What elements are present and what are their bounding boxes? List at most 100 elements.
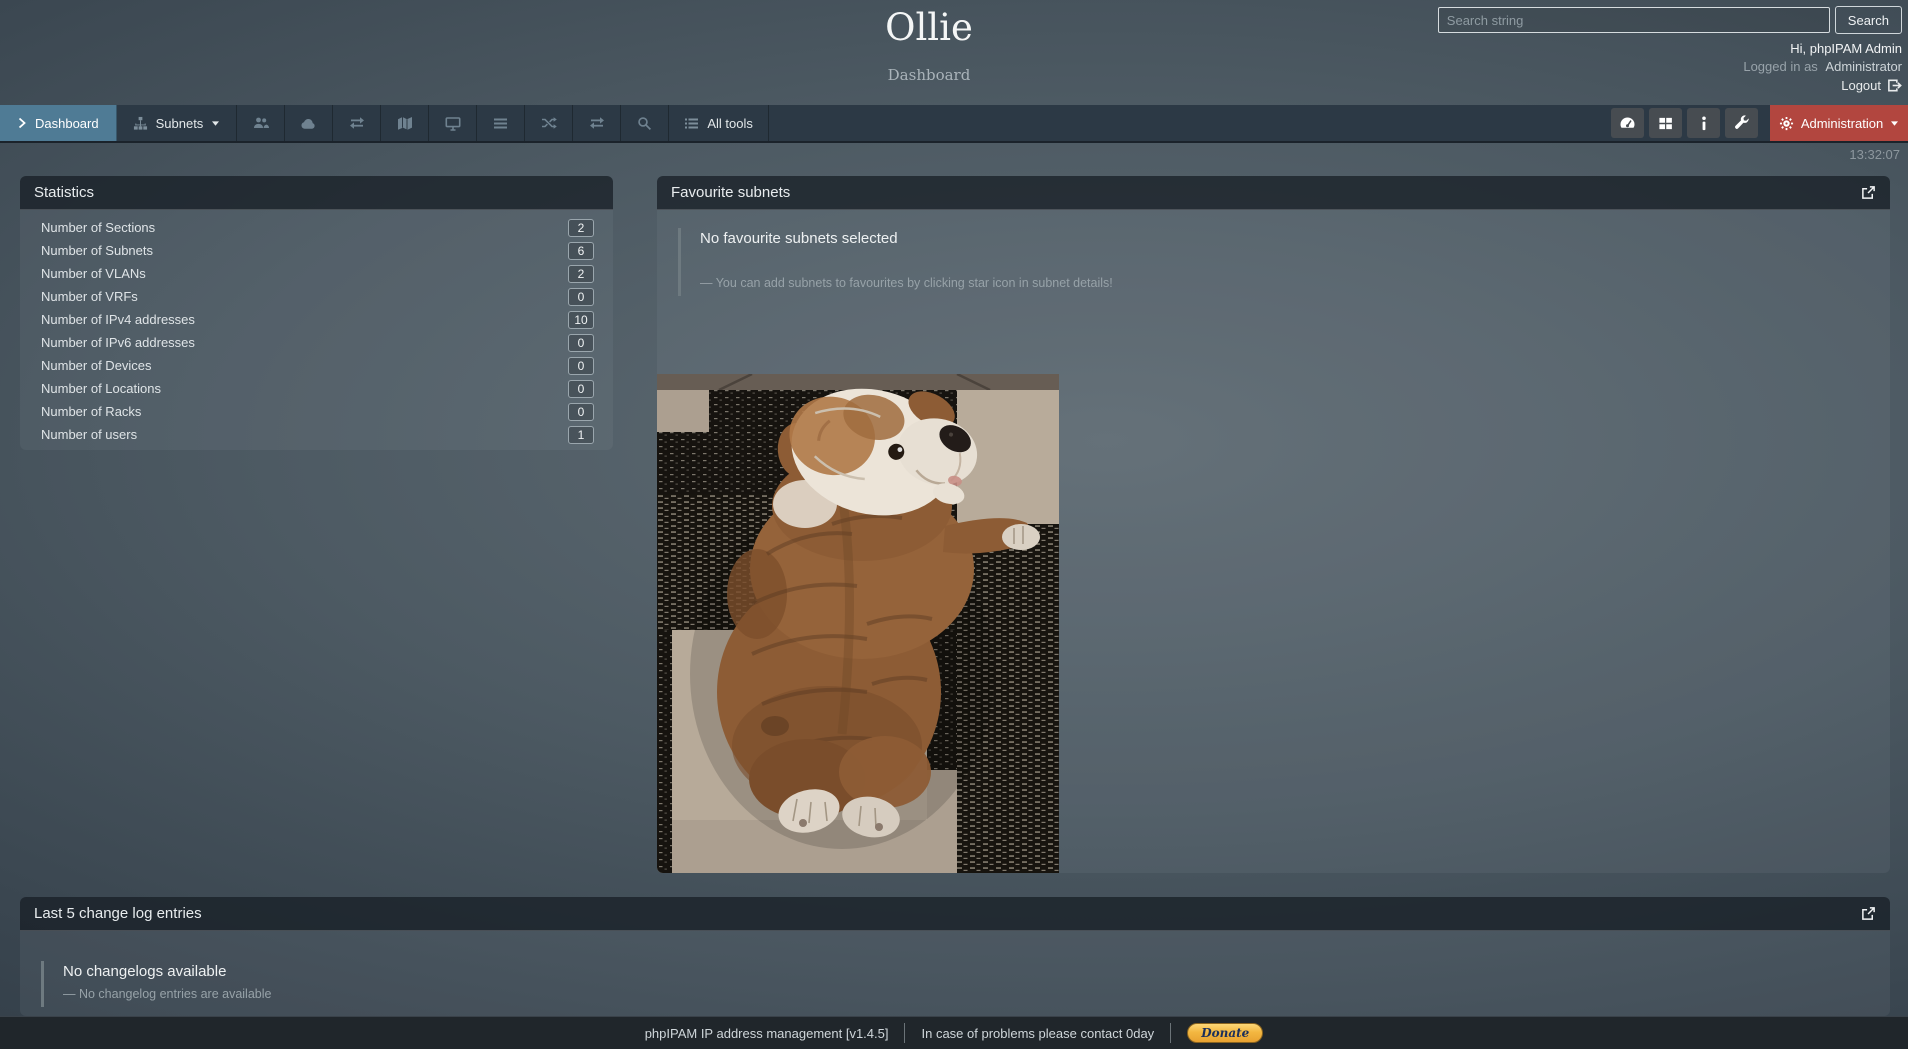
stat-label: Number of Sections: [41, 220, 568, 235]
group-icon: [253, 115, 269, 131]
nav-button-map[interactable]: [381, 105, 429, 141]
stat-label: Number of Subnets: [41, 243, 568, 258]
table-row: Number of Locations0: [20, 377, 613, 400]
map-icon: [397, 116, 413, 131]
clock: 13:32:07: [1849, 147, 1900, 162]
tab-administration-label: Administration: [1801, 116, 1883, 131]
info-button[interactable]: [1687, 108, 1720, 138]
sign-out-icon[interactable]: [1887, 78, 1902, 93]
main-navbar: Dashboard Subnets: [0, 105, 1908, 143]
table-row: Number of Racks0: [20, 400, 613, 423]
nav-spacer: [769, 105, 1611, 141]
logged-in-label: Logged in as: [1743, 59, 1817, 74]
tab-administration[interactable]: Administration: [1770, 105, 1908, 141]
header-user-area: Search Hi, phpIPAM Admin Logged in as Ad…: [1438, 6, 1902, 93]
chevron-right-icon: [17, 117, 27, 129]
changelog-hint: — No changelog entries are available: [63, 987, 1890, 1001]
stat-label: Number of IPv4 addresses: [41, 312, 568, 327]
footer-version[interactable]: phpIPAM IP address management [v1.4.5]: [645, 1026, 889, 1041]
favourites-empty-note: No favourite subnets selected — You can …: [678, 228, 1890, 296]
statistics-rows: Number of Sections2 Number of Subnets6 N…: [20, 210, 613, 446]
footer-separator: [1170, 1023, 1171, 1043]
grid-view-button[interactable]: [1649, 108, 1682, 138]
exchange-icon: [349, 116, 365, 130]
stat-label: Number of users: [41, 427, 568, 442]
favourites-message: No favourite subnets selected: [700, 230, 1890, 247]
favourite-subnets-panel: Favourite subnets No favourite subnets s…: [657, 176, 1890, 873]
statistics-title: Statistics: [34, 184, 94, 201]
tab-subnets[interactable]: Subnets: [117, 105, 238, 141]
shuffle-icon: [541, 116, 557, 130]
search-button[interactable]: Search: [1835, 6, 1902, 34]
gear-icon: [1779, 116, 1794, 131]
changelog-empty-note: No changelogs available — No changelog e…: [41, 961, 1890, 1007]
status-badge: 6: [568, 242, 594, 260]
stat-label: Number of Locations: [41, 381, 568, 396]
status-badge: 0: [568, 357, 594, 375]
external-link-icon[interactable]: [1861, 906, 1876, 921]
tab-all-tools[interactable]: All tools: [669, 105, 769, 141]
dog-photo: [657, 374, 1059, 873]
wrench-icon: [1734, 115, 1750, 131]
donate-button[interactable]: Donate: [1187, 1023, 1263, 1043]
footer-separator: [904, 1023, 905, 1043]
nav-button-cloud[interactable]: [285, 105, 333, 141]
stat-label: Number of VRFs: [41, 289, 568, 304]
footer-contact[interactable]: In case of problems please contact 0day: [921, 1026, 1154, 1041]
dashboard-widgets-button[interactable]: [1611, 108, 1644, 138]
favourites-title: Favourite subnets: [671, 184, 790, 201]
cloud-icon: [300, 116, 317, 131]
changelog-panel: Last 5 change log entries No changelogs …: [20, 897, 1890, 1016]
nav-button-group[interactable]: [237, 105, 285, 141]
favourites-hint: — You can add subnets to favourites by c…: [700, 276, 1890, 290]
table-row: Number of Devices0: [20, 354, 613, 377]
stat-label: Number of Devices: [41, 358, 568, 373]
changelog-message: No changelogs available: [63, 963, 1890, 980]
tab-dashboard[interactable]: Dashboard: [0, 105, 117, 141]
transfer-icon: [589, 116, 605, 130]
list-alt-icon: [684, 117, 699, 130]
table-row: Number of users1: [20, 423, 613, 446]
logout-link[interactable]: Logout: [1841, 78, 1881, 93]
status-badge: 0: [568, 334, 594, 352]
changelog-title: Last 5 change log entries: [34, 905, 202, 922]
stat-label: Number of Racks: [41, 404, 568, 419]
status-badge: 0: [568, 380, 594, 398]
nav-button-desktop[interactable]: [429, 105, 477, 141]
nav-button-exchange[interactable]: [333, 105, 381, 141]
nav-button-search[interactable]: [621, 105, 669, 141]
table-row: Number of VLANs2: [20, 262, 613, 285]
status-badge: 1: [568, 426, 594, 444]
table-row: Number of IPv4 addresses10: [20, 308, 613, 331]
footer: phpIPAM IP address management [v1.4.5] I…: [0, 1016, 1908, 1049]
search-input[interactable]: [1438, 7, 1830, 33]
stat-label: Number of VLANs: [41, 266, 568, 281]
external-link-icon[interactable]: [1861, 185, 1876, 200]
search-icon: [637, 116, 652, 131]
desktop-icon: [445, 116, 461, 131]
nav-button-transfer[interactable]: [573, 105, 621, 141]
stat-label: Number of IPv6 addresses: [41, 335, 568, 350]
status-badge: 2: [568, 265, 594, 283]
nav-button-shuffle[interactable]: [525, 105, 573, 141]
table-row: Number of Subnets6: [20, 239, 613, 262]
user-role-link[interactable]: Administrator: [1825, 59, 1902, 74]
table-row: Number of Sections2: [20, 216, 613, 239]
caret-down-icon: [1890, 120, 1899, 127]
status-badge: 0: [568, 403, 594, 421]
logged-in-line: Logged in as Administrator: [1438, 59, 1902, 74]
nav-button-list[interactable]: [477, 105, 525, 141]
table-row: Number of IPv6 addresses0: [20, 331, 613, 354]
user-greeting: Hi, phpIPAM Admin: [1438, 41, 1902, 56]
tab-subnets-label: Subnets: [156, 116, 204, 131]
info-icon: [1700, 116, 1708, 131]
status-badge: 0: [568, 288, 594, 306]
caret-down-icon: [211, 120, 220, 127]
tab-all-tools-label: All tools: [707, 116, 753, 131]
status-badge: 2: [568, 219, 594, 237]
status-badge: 10: [568, 311, 594, 329]
gauge-icon: [1619, 116, 1636, 130]
statistics-panel: Statistics Number of Sections2 Number of…: [20, 176, 613, 450]
tools-button[interactable]: [1725, 108, 1758, 138]
list-icon: [493, 117, 508, 130]
